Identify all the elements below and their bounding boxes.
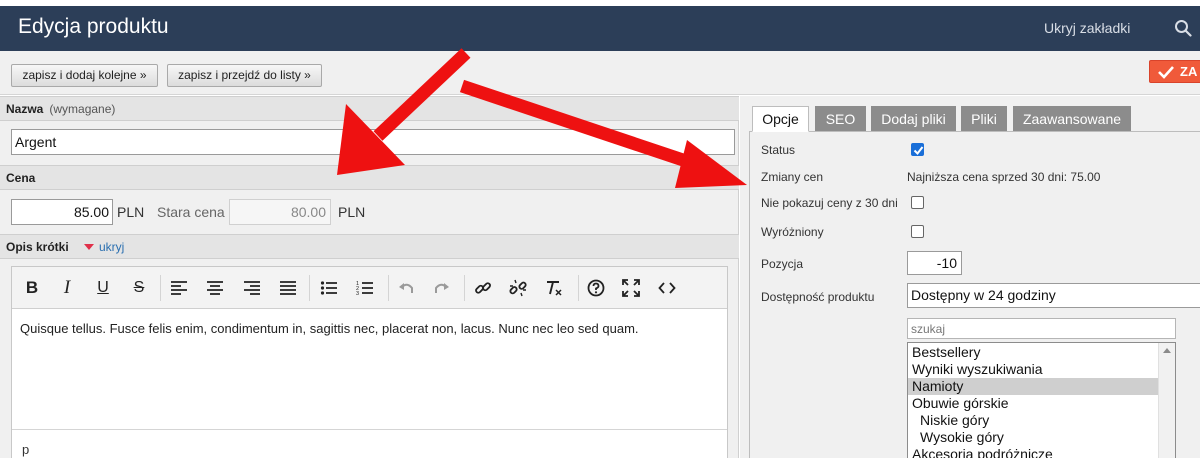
price-currency: PLN: [117, 204, 145, 220]
price-changes-label: Zmiany cen: [761, 170, 824, 184]
old-price-input: [229, 199, 331, 225]
price-section-header: Cena: [0, 165, 739, 190]
undo-icon[interactable]: [395, 277, 417, 299]
short-desc-label: Opis krótki: [6, 240, 69, 254]
old-price-label: Stara cena: [157, 204, 225, 220]
save-and-list-button[interactable]: zapisz i przejdź do listy »: [167, 64, 322, 87]
category-list[interactable]: Bestsellery Wyniki wyszukiwania Namioty …: [907, 342, 1176, 458]
unlink-icon[interactable]: [507, 277, 529, 299]
toolbar-separator: [309, 275, 310, 301]
svg-text:3: 3: [356, 291, 359, 297]
clear-format-icon[interactable]: [543, 277, 565, 299]
top-strip: [0, 0, 1200, 6]
availability-select[interactable]: Dostępny w 24 godziny: [907, 283, 1200, 308]
hide-30-days-checkbox[interactable]: [911, 196, 924, 209]
toolbar-separator: [160, 275, 161, 301]
featured-label: Wyróżniony: [761, 225, 824, 239]
toolbar-separator: [578, 275, 579, 301]
justify-icon[interactable]: [277, 277, 299, 299]
position-label: Pozycja: [761, 257, 804, 271]
required-note: (wymagane): [49, 102, 116, 116]
list-item[interactable]: Akcesoria podróżnicze: [908, 446, 1158, 458]
toolbar-separator: [464, 275, 465, 301]
top-bar: [0, 0, 1200, 51]
featured-checkbox[interactable]: [911, 225, 924, 238]
category-search-input[interactable]: [907, 318, 1176, 339]
list-item[interactable]: Obuwie górskie: [908, 395, 1158, 412]
list-item[interactable]: Bestsellery: [908, 344, 1158, 361]
hide-link[interactable]: ukryj: [84, 240, 124, 254]
price-changes-value: Najniższa cena sprzed 30 dni: 75.00: [907, 170, 1101, 184]
save-and-add-button[interactable]: zapisz i dodaj kolejne »: [11, 64, 158, 87]
tab-advanced[interactable]: Zaawansowane: [1013, 106, 1131, 131]
tab-seo[interactable]: SEO: [815, 106, 866, 131]
tab-options[interactable]: Opcje: [752, 106, 809, 132]
list-item[interactable]: Wyniki wyszukiwania: [908, 361, 1158, 378]
bullet-list-icon[interactable]: [318, 277, 340, 299]
name-label: Nazwa (wymagane): [6, 102, 116, 116]
availability-label: Dostępność produktu: [761, 290, 875, 304]
name-input[interactable]: [11, 129, 735, 155]
name-section-header: Nazwa (wymagane): [0, 96, 739, 121]
list-item[interactable]: Niskie góry: [908, 412, 1158, 429]
scroll-up-icon[interactable]: [1163, 348, 1171, 353]
search-icon[interactable]: [1174, 19, 1192, 37]
tab-add-files[interactable]: Dodaj pliki: [871, 106, 956, 131]
save-button-label: ZA: [1180, 64, 1198, 79]
italic-icon[interactable]: I: [56, 277, 78, 299]
editor-content[interactable]: Quisque tellus. Fusce felis enim, condim…: [20, 321, 639, 336]
status-label: Status: [761, 143, 796, 157]
align-right-icon[interactable]: [241, 277, 263, 299]
code-icon[interactable]: [656, 277, 678, 299]
hide-30-days-label: Nie pokazuj ceny z 30 dni: [761, 196, 898, 210]
tab-files[interactable]: Pliki: [961, 106, 1007, 131]
element-path[interactable]: p: [22, 442, 29, 457]
hide-tabs-link[interactable]: Ukryj zakładki: [1044, 20, 1130, 36]
check-icon: [913, 146, 924, 156]
save-button[interactable]: ZA: [1149, 60, 1200, 83]
triangle-down-icon: [84, 244, 94, 250]
toolbar-separator: [388, 275, 389, 301]
align-center-icon[interactable]: [204, 277, 226, 299]
old-price-currency: PLN: [338, 204, 366, 220]
align-left-icon[interactable]: [168, 277, 190, 299]
page-title: Edycja produktu: [18, 15, 169, 38]
status-checkbox[interactable]: [911, 143, 924, 156]
price-label: Cena: [6, 171, 36, 185]
bold-icon[interactable]: B: [21, 277, 43, 299]
price-input[interactable]: [11, 199, 113, 225]
redo-icon[interactable]: [431, 277, 453, 299]
editor-toolbar: B I U S 123: [12, 267, 727, 309]
underline-icon[interactable]: U: [92, 277, 114, 299]
rich-text-editor: B I U S 123 Quisque tellus. Fusce felis …: [11, 266, 728, 458]
link-icon[interactable]: [472, 277, 494, 299]
list-item-selected[interactable]: Namioty: [908, 378, 1158, 395]
numbered-list-icon[interactable]: 123: [354, 277, 376, 299]
position-input[interactable]: [907, 251, 962, 275]
strikethrough-icon[interactable]: S: [128, 277, 150, 299]
check-icon: [1158, 66, 1174, 79]
help-icon[interactable]: [585, 277, 607, 299]
fullscreen-icon[interactable]: [620, 277, 642, 299]
list-item[interactable]: Wysokie góry: [908, 429, 1158, 446]
editor-statusbar: p: [12, 429, 727, 458]
list-scrollbar[interactable]: [1158, 343, 1175, 458]
